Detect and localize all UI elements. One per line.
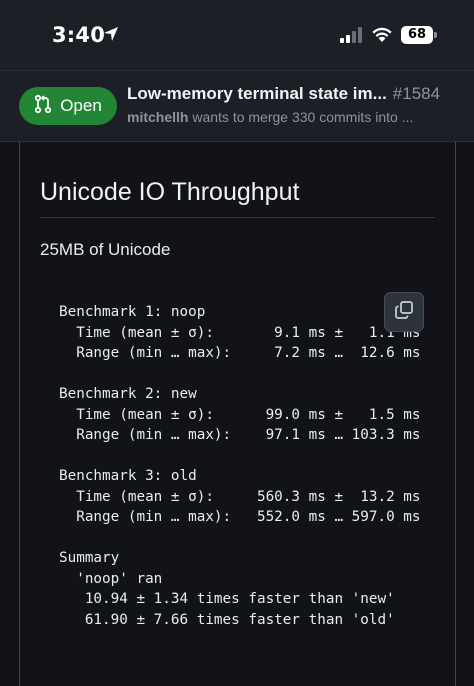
pr-subtitle-text: wants to merge 330 commits into ...: [188, 109, 414, 125]
location-arrow-icon: [103, 26, 119, 47]
section-heading: Unicode IO Throughput: [40, 178, 300, 206]
cellular-signal-icon: [340, 27, 364, 48]
code-line: Time (mean ± σ): 99.0 ms ± 1.5 ms: [59, 406, 421, 423]
code-line: 10.94 ± 1.34 times faster than 'new': [59, 591, 395, 607]
pr-state-label: Open: [60, 96, 102, 115]
code-line: Summary: [59, 550, 120, 566]
code-line: 61.90 ± 7.66 times faster than 'old': [59, 611, 395, 628]
heading-divider: [40, 217, 435, 218]
code-line: Benchmark 3: old: [59, 468, 197, 484]
pr-subtitle: mitchellh wants to merge 330 commits int…: [127, 109, 457, 125]
copy-code-button[interactable]: [384, 292, 424, 332]
code-line: Range (min … max): 552.0 ms … 597.0 ms: [59, 509, 421, 525]
pr-title[interactable]: Low-memory terminal state im... #1584: [127, 84, 457, 104]
pr-header: Open Low-memory terminal state im... #158…: [0, 70, 474, 142]
battery-tip: [434, 32, 437, 38]
pr-number: #1584: [392, 84, 441, 103]
status-time: 3:40: [52, 23, 106, 47]
wifi-icon: [370, 25, 394, 48]
status-bar: 3:40 68: [0, 0, 474, 70]
code-line: Time (mean ± σ): 9.1 ms ± 1.1 ms: [59, 324, 421, 341]
battery-icon: 68: [401, 26, 433, 44]
code-line: Benchmark 2: new: [59, 386, 197, 402]
code-line: Time (mean ± σ): 560.3 ms ± 13.2 ms: [59, 488, 421, 505]
code-line: Benchmark 1: noop: [59, 304, 206, 320]
body-paragraph: 25MB of Unicode: [40, 240, 171, 259]
code-line: Range (min … max): 97.1 ms … 103.3 ms: [59, 427, 421, 443]
pr-title-text: Low-memory terminal state im...: [127, 84, 387, 103]
copy-icon: [394, 300, 414, 325]
code-block: Benchmark 1: noop Time (mean ± σ): 9.1 m…: [40, 282, 435, 652]
pull-request-icon: [34, 94, 52, 119]
code-line: Range (min … max): 7.2 ms … 12.6 ms: [59, 345, 421, 361]
pr-author[interactable]: mitchellh: [127, 109, 188, 125]
code-line: 'noop' ran: [59, 570, 163, 587]
pr-state-badge: Open: [19, 87, 117, 125]
